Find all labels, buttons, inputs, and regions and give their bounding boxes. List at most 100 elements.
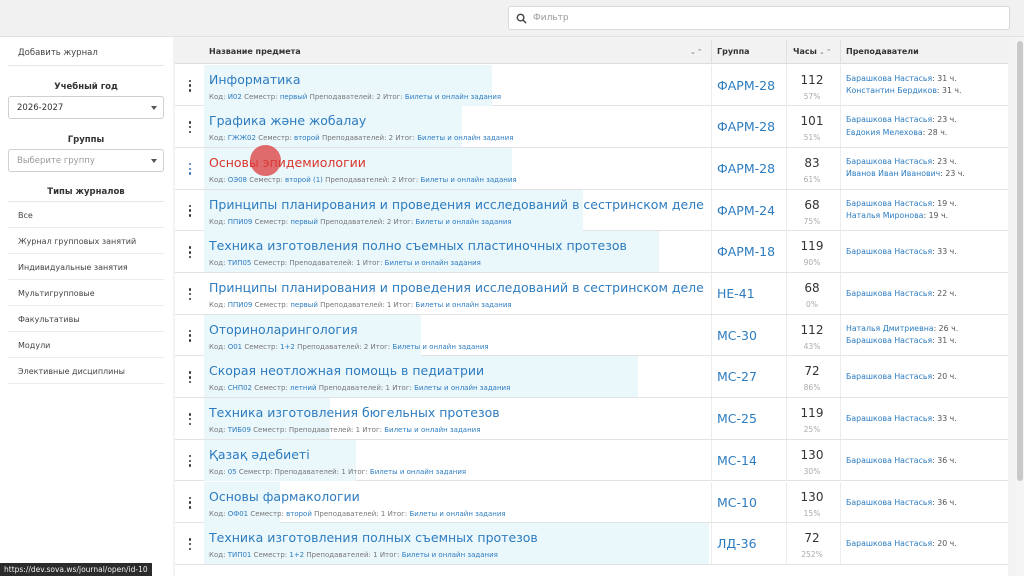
semester-value[interactable]: первый <box>280 93 308 101</box>
table-row[interactable]: Графика және жобалау Код: ГЖЖ02 Семестр: … <box>175 106 1008 148</box>
type-item-electives-optional[interactable]: Факультативы <box>8 306 164 332</box>
result-value[interactable]: Билеты и онлайн задания <box>420 176 516 184</box>
code-value[interactable]: ГЖЖ02 <box>228 134 256 142</box>
group-link[interactable]: МС-10 <box>717 495 757 510</box>
result-value[interactable]: Билеты и онлайн задания <box>402 551 498 559</box>
teacher-name-link[interactable]: Барашкова Настасья <box>846 336 932 345</box>
subject-title-link[interactable]: Информатика <box>209 72 301 87</box>
table-row[interactable]: Принципы планирования и проведения иссле… <box>175 273 1008 315</box>
semester-value[interactable]: 1+2 <box>280 343 295 351</box>
table-row[interactable]: Принципы планирования и проведения иссле… <box>175 189 1008 232</box>
table-row[interactable]: Техника изготовления бюгельных протезов К… <box>175 398 1008 440</box>
result-value[interactable]: Билеты и онлайн задания <box>392 343 488 351</box>
kebab-menu-icon[interactable] <box>188 496 192 509</box>
table-row[interactable]: Оториноларингология Код: О01 Семестр: 1+2… <box>175 314 1008 357</box>
kebab-menu-icon[interactable] <box>188 79 192 92</box>
result-value[interactable]: Билеты и онлайн задания <box>417 134 513 142</box>
group-link[interactable]: ФАРМ-28 <box>717 119 775 134</box>
subject-title-link[interactable]: Техника изготовления полных съемных прот… <box>209 530 538 545</box>
teacher-name-link[interactable]: Барашкова Настасья <box>846 199 932 208</box>
header-subject[interactable]: Название предмета <box>209 40 301 64</box>
type-item-multigroup[interactable]: Мультигрупповые <box>8 280 164 306</box>
semester-value[interactable]: второй (1) <box>285 176 323 184</box>
semester-value[interactable]: второй <box>294 134 320 142</box>
code-value[interactable]: О01 <box>228 343 242 351</box>
kebab-menu-icon[interactable] <box>188 371 192 384</box>
kebab-menu-icon[interactable] <box>188 288 192 300</box>
teacher-name-link[interactable]: Барашкова Настасья <box>846 539 932 548</box>
kebab-menu-icon[interactable] <box>188 329 192 342</box>
subject-title-link[interactable]: Принципы планирования и проведения иссле… <box>209 197 704 212</box>
teacher-name-link[interactable]: Наталья Миронова <box>846 211 923 220</box>
type-item-modules[interactable]: Модули <box>8 332 164 358</box>
group-link[interactable]: МС-25 <box>717 411 757 426</box>
code-value[interactable]: ТИП01 <box>228 551 252 559</box>
sort-arrows-icon[interactable]: ⌄⌃ <box>690 48 704 56</box>
subject-title-link[interactable]: Графика және жобалау <box>209 113 366 128</box>
code-value[interactable]: ТИП05 <box>228 259 252 267</box>
subject-title-link[interactable]: Основы эпидемиологии <box>209 155 366 170</box>
table-row[interactable]: Основы эпидемиологии Код: ОЭ08 Семестр: в… <box>175 147 1008 190</box>
kebab-menu-icon[interactable] <box>188 246 192 259</box>
result-value[interactable]: Билеты и онлайн задания <box>384 426 480 434</box>
kebab-menu-icon[interactable] <box>188 413 192 426</box>
teacher-name-link[interactable]: Иванов Иван Иванович <box>846 169 940 178</box>
code-value[interactable]: ТИБ09 <box>228 426 251 434</box>
teacher-name-link[interactable]: Барашкова Настасья <box>846 247 932 256</box>
table-row[interactable]: Информатика Код: И02 Семестр: первый Преп… <box>175 64 1008 107</box>
filter-search[interactable] <box>508 6 1010 30</box>
add-journal-link[interactable]: Добавить журнал <box>18 48 98 58</box>
table-row[interactable]: Скорая неотложная помощь в педиатрии Код:… <box>175 356 1008 399</box>
header-teachers[interactable]: Преподаватели <box>846 40 919 64</box>
code-value[interactable]: ОФ01 <box>228 510 248 518</box>
kebab-menu-icon[interactable] <box>188 204 192 217</box>
code-value[interactable]: И02 <box>228 93 242 101</box>
subject-title-link[interactable]: Техника изготовления полно съемных пласт… <box>209 238 627 253</box>
subject-title-link[interactable]: Қазақ әдебиеті <box>209 447 310 462</box>
result-value[interactable]: Билеты и онлайн задания <box>370 468 466 476</box>
teacher-name-link[interactable]: Барашкова Настасья <box>846 456 932 465</box>
group-link[interactable]: МС-14 <box>717 453 757 468</box>
group-link[interactable]: МС-30 <box>717 328 757 343</box>
subject-title-link[interactable]: Техника изготовления бюгельных протезов <box>209 405 500 420</box>
group-link[interactable]: МС-27 <box>717 369 757 384</box>
group-select[interactable]: Выберите группу <box>8 149 164 172</box>
teacher-name-link[interactable]: Наталья Дмитриевна <box>846 324 934 333</box>
result-value[interactable]: Билеты и онлайн задания <box>415 301 511 309</box>
code-value[interactable]: 05 <box>228 468 237 476</box>
teacher-name-link[interactable]: Барашкова Настасья <box>846 74 932 83</box>
table-row[interactable]: Техника изготовления полных съемных прот… <box>175 523 1008 565</box>
code-value[interactable]: СНП02 <box>228 384 252 392</box>
type-item-group[interactable]: Журнал групповых занятий <box>8 228 164 254</box>
filter-input[interactable] <box>533 13 993 23</box>
kebab-menu-icon[interactable] <box>188 162 192 175</box>
semester-value[interactable]: второй <box>286 510 312 518</box>
semester-value[interactable]: летний <box>290 384 317 392</box>
subject-title-link[interactable]: Принципы планирования и проведения иссле… <box>209 280 704 295</box>
type-item-individual[interactable]: Индивидуальные занятия <box>8 254 164 280</box>
teacher-name-link[interactable]: Барашкова Настасья <box>846 157 932 166</box>
header-group[interactable]: Группа <box>717 40 750 64</box>
semester-value[interactable]: первый <box>290 218 318 226</box>
group-link[interactable]: ФАРМ-24 <box>717 203 775 218</box>
subject-title-link[interactable]: Скорая неотложная помощь в педиатрии <box>209 363 484 378</box>
subject-title-link[interactable]: Оториноларингология <box>209 322 358 337</box>
result-value[interactable]: Билеты и онлайн задания <box>409 510 505 518</box>
semester-value[interactable]: первый <box>290 301 318 309</box>
subject-title-link[interactable]: Основы фармакологии <box>209 489 360 504</box>
code-value[interactable]: ППИ09 <box>228 301 253 309</box>
type-item-all[interactable]: Все <box>8 202 164 228</box>
type-item-elective-disciplines[interactable]: Элективные дисциплины <box>8 358 164 384</box>
teacher-name-link[interactable]: Барашкова Настасья <box>846 289 932 298</box>
scrollbar-thumb[interactable] <box>1017 41 1023 481</box>
result-value[interactable]: Билеты и онлайн задания <box>405 93 501 101</box>
kebab-menu-icon[interactable] <box>188 121 192 134</box>
teacher-name-link[interactable]: Барашкова Настасья <box>846 115 932 124</box>
result-value[interactable]: Билеты и онлайн задания <box>385 259 481 267</box>
group-link[interactable]: ЛД-36 <box>717 536 757 551</box>
table-row[interactable]: Қазақ әдебиеті Код: 05 Семестр: Преподава… <box>175 439 1008 482</box>
scrollbar[interactable] <box>1016 37 1024 576</box>
result-value[interactable]: Билеты и онлайн задания <box>414 384 510 392</box>
table-row[interactable]: Техника изготовления полно съемных пласт… <box>175 231 1008 273</box>
teacher-name-link[interactable]: Барашкова Настасья <box>846 372 932 381</box>
